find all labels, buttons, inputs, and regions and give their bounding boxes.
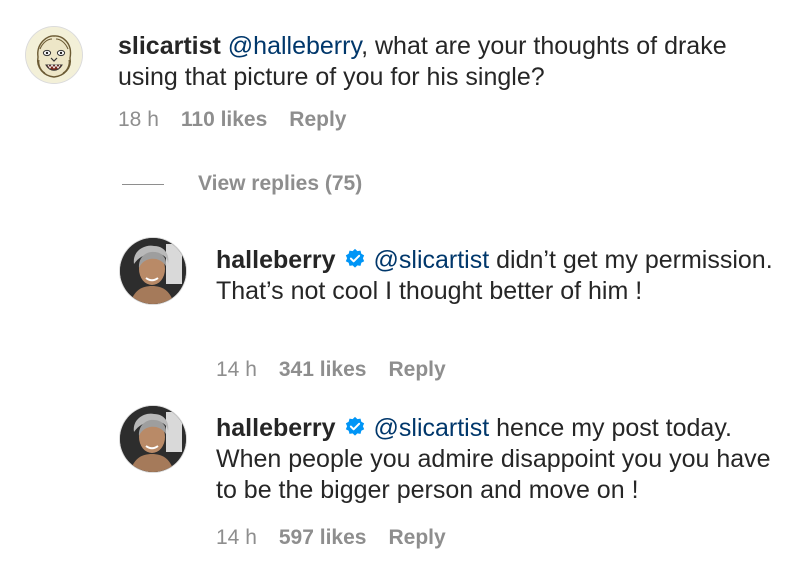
avatar-halleberry[interactable] — [120, 406, 186, 472]
reply-mention[interactable]: @slicartist — [374, 246, 490, 274]
reply-text: halleberry @slicartist hence my post toda… — [216, 413, 776, 506]
view-replies-label: View replies (75) — [198, 172, 363, 195]
profile-photo-icon — [120, 406, 186, 472]
profile-photo-icon — [120, 238, 186, 304]
reply-reply-button[interactable]: Reply — [388, 358, 445, 382]
verified-badge-icon — [345, 416, 364, 436]
reply-meta: 14 h 597 likes Reply — [216, 526, 446, 550]
comment-username[interactable]: slicartist — [118, 32, 221, 60]
comment-meta: 18 h 110 likes Reply — [118, 108, 346, 132]
reply-likes[interactable]: 597 likes — [279, 526, 367, 550]
reply-meta: 14 h 341 likes Reply — [216, 358, 446, 382]
reply-text: halleberry @slicartist didn’t get my perm… — [216, 245, 776, 307]
view-replies-divider — [122, 183, 164, 185]
reply-username[interactable]: halleberry — [216, 246, 336, 274]
reply-username[interactable]: halleberry — [216, 414, 336, 442]
reply-mention[interactable]: @slicartist — [374, 414, 490, 442]
reply-reply-button[interactable]: Reply — [388, 526, 445, 550]
comment-mention[interactable]: @halleberry — [228, 32, 361, 60]
reply-likes[interactable]: 341 likes — [279, 358, 367, 382]
reply-time[interactable]: 14 h — [216, 358, 257, 382]
verified-badge-icon — [345, 248, 364, 268]
comment-time[interactable]: 18 h — [118, 108, 159, 132]
avatar-halleberry[interactable] — [120, 238, 186, 304]
comment-text: slicartist @halleberry, what are your th… — [118, 31, 778, 93]
avatar-slicartist[interactable] — [26, 27, 82, 83]
reply-time[interactable]: 14 h — [216, 526, 257, 550]
view-replies-button[interactable]: View replies (75) — [122, 172, 362, 196]
comment-reply-button[interactable]: Reply — [289, 108, 346, 132]
comment-likes[interactable]: 110 likes — [181, 108, 267, 132]
lion-illustration-icon — [26, 27, 82, 83]
